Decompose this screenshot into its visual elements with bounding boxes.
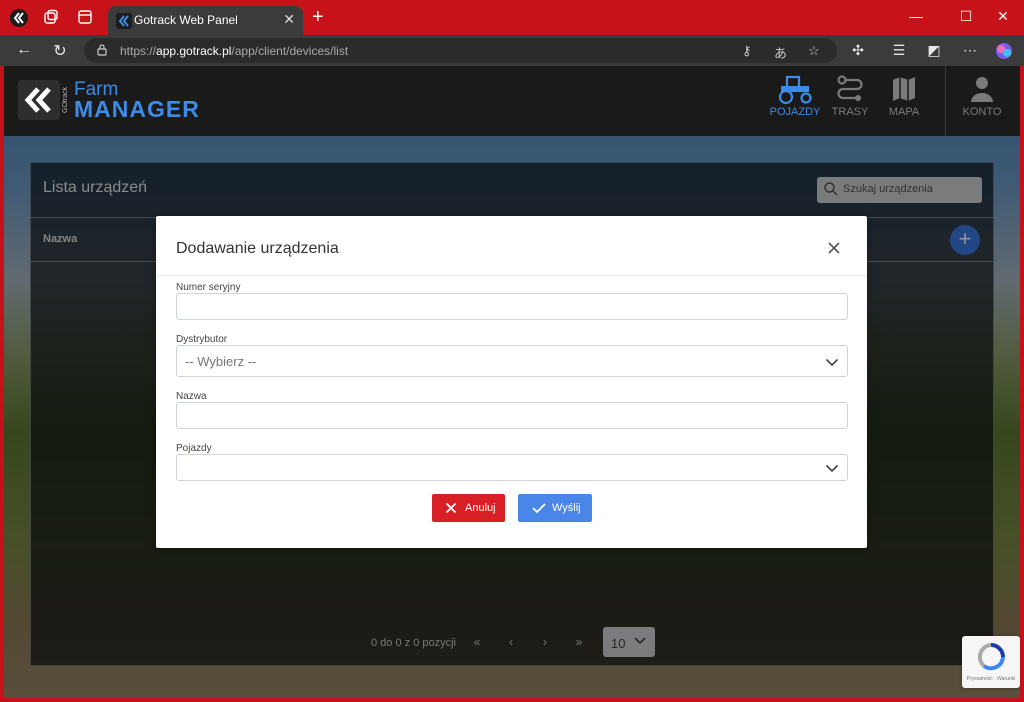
route-icon <box>822 74 878 104</box>
cancel-label: Anuluj <box>465 502 496 514</box>
vehicles-label: Pojazdy <box>176 443 212 454</box>
collections-icon[interactable] <box>42 9 60 27</box>
nav-item-trasy[interactable]: TRASY <box>822 74 878 128</box>
recaptcha-badge[interactable]: Prywatność - Warunki <box>962 636 1020 688</box>
close-icon <box>445 502 457 514</box>
send-label: Wyślij <box>552 502 581 514</box>
nav-label-pojazdy: POJAZDY <box>769 106 821 118</box>
tab-title: Gotrack Web Panel <box>134 13 238 27</box>
browser-tab-active[interactable]: Gotrack Web Panel ✕ <box>108 6 303 35</box>
chevron-down-icon <box>825 461 839 475</box>
logo-icon[interactable] <box>18 80 60 120</box>
profile-icon[interactable] <box>10 9 28 27</box>
favorite-star-icon[interactable]: ☆ <box>808 43 820 59</box>
browser-toolbar: ← ↻ https://app.gotrack.pl/app/client/de… <box>0 35 1024 66</box>
nav-label-trasy: TRASY <box>831 106 869 118</box>
url-text: https://app.gotrack.pl/app/client/device… <box>120 44 348 58</box>
dialog-divider <box>156 275 867 276</box>
tractor-icon <box>767 74 823 105</box>
app-header: GOtrack Farm MANAGER POJAZDY TRASY MAPA <box>4 66 1020 136</box>
vehicles-select[interactable] <box>176 454 848 481</box>
tab-actions-icon[interactable] <box>76 9 94 27</box>
browser-essentials-icon[interactable]: ◩ <box>925 42 943 59</box>
nav-divider <box>945 66 946 136</box>
tab-close-icon[interactable]: ✕ <box>283 11 295 28</box>
copilot-icon[interactable] <box>995 42 1013 63</box>
serial-number-input[interactable] <box>176 293 848 320</box>
chevron-down-icon <box>825 355 839 369</box>
nav-label-konto: KONTO <box>962 106 1002 118</box>
map-icon <box>876 74 932 104</box>
check-icon <box>532 502 546 514</box>
distributor-label: Dystrybutor <box>176 334 228 345</box>
name-input[interactable] <box>176 402 848 429</box>
address-bar[interactable]: https://app.gotrack.pl/app/client/device… <box>84 38 837 63</box>
serial-number-label: Numer seryjny <box>176 282 241 293</box>
maximize-icon[interactable]: ☐ <box>956 8 976 25</box>
cancel-button[interactable]: Anuluj <box>432 494 505 522</box>
nav-item-mapa[interactable]: MAPA <box>876 74 932 128</box>
translate-icon[interactable]: あ <box>774 43 787 62</box>
dialog-title: Dodawanie urządzenia <box>176 240 339 257</box>
lock-icon <box>96 43 108 59</box>
nav-item-pojazdy[interactable]: POJAZDY <box>767 74 823 128</box>
nav-label-mapa: MAPA <box>888 106 920 118</box>
favorites-icon[interactable]: ☰ <box>890 42 908 59</box>
name-label: Nazwa <box>176 391 207 402</box>
refresh-icon[interactable]: ↻ <box>50 41 70 61</box>
recaptcha-icon <box>976 642 1006 672</box>
url-host: app.gotrack.pl <box>156 44 232 58</box>
key-icon[interactable]: ⚷ <box>742 43 752 59</box>
close-icon[interactable] <box>826 240 842 256</box>
url-path: /app/client/devices/list <box>231 44 349 58</box>
send-button[interactable]: Wyślij <box>518 494 592 522</box>
distributor-value: -- Wybierz -- <box>185 354 257 369</box>
minimize-icon[interactable]: — <box>906 8 926 24</box>
close-window-icon[interactable]: ✕ <box>993 8 1013 25</box>
nav-item-konto[interactable]: KONTO <box>954 74 1010 128</box>
distributor-select[interactable]: -- Wybierz -- <box>176 345 848 377</box>
url-scheme: https:// <box>120 44 157 58</box>
tab-favicon-icon <box>116 13 132 29</box>
user-icon <box>954 74 1010 104</box>
logo-brand: GOtrack <box>62 86 69 114</box>
logo-manager-text: MANAGER <box>74 96 200 122</box>
browser-titlebar: Gotrack Web Panel ✕ + — ☐ ✕ <box>0 0 1024 35</box>
more-menu-icon[interactable]: ⋯ <box>961 42 979 59</box>
add-device-dialog: Dodawanie urządzenia Numer seryjny Dystr… <box>156 216 867 548</box>
extensions-icon[interactable]: ✣ <box>849 42 867 59</box>
new-tab-icon[interactable]: + <box>312 7 324 27</box>
back-icon[interactable]: ← <box>14 41 34 59</box>
recaptcha-text[interactable]: Prywatność - Warunki <box>962 676 1020 682</box>
